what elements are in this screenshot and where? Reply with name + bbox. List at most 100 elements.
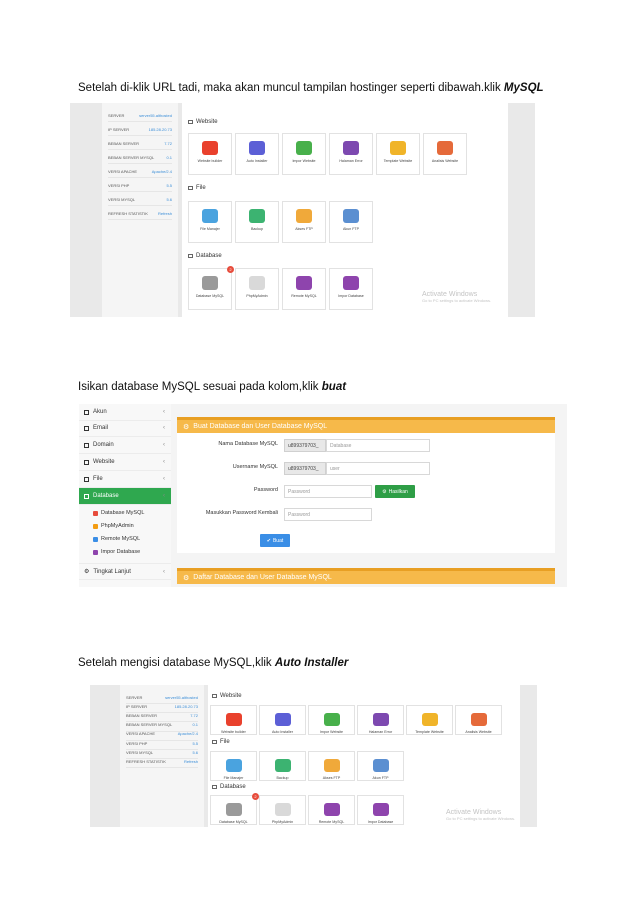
tile-halaman-error[interactable]: Halaman Error (357, 705, 404, 735)
caption-2: Isikan database MySQL sesuai pada kolom,… (78, 381, 346, 393)
tile-file-manajer[interactable]: File Manajer (210, 751, 257, 781)
website-builder-icon (225, 713, 242, 726)
db-name-input[interactable]: Database (326, 439, 430, 452)
folder-icon (188, 186, 193, 190)
section-file-label: File (196, 185, 206, 191)
tile-label: Template Website (415, 730, 444, 734)
tile-label: Backup (251, 227, 263, 231)
sidebar-item-file[interactable]: File ‹ (79, 471, 171, 488)
stat-label: VERSI MYSQL (126, 749, 154, 755)
caption-2-bold: buat (321, 381, 347, 393)
tile-label: Impor Website (292, 159, 316, 163)
halaman-error-icon (343, 141, 359, 155)
akun-ftp-icon (343, 209, 359, 223)
tile-akun-ftp[interactable]: Akun FTP (357, 751, 404, 781)
tile-label: Remote MySQL (318, 820, 345, 824)
dash2-stat-row: REFRESH STATISTIK Refresh (126, 755, 198, 769)
tile-database-mysql[interactable]: Database MySQL 2 (210, 793, 259, 825)
sidebar-subitem-label: Impor Database (101, 549, 141, 555)
tile-akun-ftp[interactable]: Akun FTP (329, 201, 373, 243)
tile-file-manajer[interactable]: File Manajer (188, 201, 232, 243)
tile-label: Auto Installer (272, 730, 293, 734)
caption-1: Setelah di-klik URL tadi, maka akan munc… (78, 82, 544, 94)
impor-database-icon (372, 803, 389, 816)
backup-icon (274, 759, 291, 772)
password-input[interactable]: Password (284, 485, 372, 498)
tile-phpmyadmin[interactable]: PhpMyAdmin (259, 795, 306, 825)
stat-label: REFRESH STATISTIK (126, 758, 166, 764)
sidebar-item-label: Website (93, 459, 115, 465)
section-file: File (188, 185, 206, 191)
tile-akses-ftp[interactable]: Akses FTP (308, 751, 355, 781)
dash1-stat-row: VERSI PHP 5.5 (108, 179, 172, 192)
analisis-website-icon (470, 713, 487, 726)
stats-panel-2: SERVER server55.althosted IP SERVER 185.28.… (120, 685, 204, 827)
chevron-icon: ‹ (163, 409, 165, 415)
folder-icon (84, 476, 89, 482)
tile-auto-installer[interactable]: Auto Installer (235, 133, 279, 175)
monitor-icon (212, 694, 217, 698)
tile-backup[interactable]: Backup (235, 201, 279, 243)
sidebar-item-email[interactable]: Email ‹ (79, 420, 171, 437)
tile-auto-installer[interactable]: Auto Installer (259, 705, 306, 735)
sidebar-subitem-impor-database[interactable]: Impor Database (93, 549, 140, 555)
stat-label: BEBAN SERVER MYSQL (126, 722, 173, 728)
tile-label: Analisis Website (465, 730, 492, 734)
chevron-icon: ‹ (163, 425, 165, 431)
impor-website-icon (323, 713, 340, 726)
section-website-2: Website (212, 693, 242, 699)
tile-impor-database[interactable]: Impor Database (357, 795, 404, 825)
username-input[interactable]: user (326, 462, 430, 475)
database-mysql-icon (225, 803, 242, 816)
tile-analisis-website[interactable]: Analisis Website (423, 133, 467, 175)
dash1-stat-row: BEBAN SERVER MYSQL 0.1 (108, 151, 172, 164)
sidebar-item-tingkat-lanjut[interactable]: ⚙ Tingkat Lanjut ‹ (79, 563, 171, 580)
tile-backup[interactable]: Backup (259, 751, 306, 781)
tile-phpmyadmin[interactable]: PhpMyAdmin (235, 268, 279, 310)
chevron-icon: ‹ (163, 442, 165, 448)
stat-value: server55.althosted (165, 694, 198, 700)
analisis-website-icon (437, 141, 453, 155)
dash1-stat-row: IP SERVER 185.28.20.73 (108, 123, 172, 136)
monitor-icon (188, 120, 193, 124)
tile-akses-ftp[interactable]: Akses FTP (282, 201, 326, 243)
stat-label: VERSI PHP (108, 182, 130, 188)
tile-website-builder[interactable]: Website builder (210, 705, 257, 735)
file-manajer-icon (202, 209, 218, 223)
tile-template-website[interactable]: Template Website (406, 705, 453, 735)
gears-icon: ⚙ (84, 569, 90, 575)
create-button-label: Buat (272, 537, 284, 544)
tile-impor-website[interactable]: Impor Website (308, 705, 355, 735)
section-file-2: File (212, 739, 230, 745)
sidebar-subitem-remote-mysql[interactable]: Remote MySQL (93, 536, 140, 542)
sidebar-subitem-phpmyadmin[interactable]: PhpMyAdmin (93, 523, 134, 529)
tile-remote-mysql[interactable]: Remote MySQL (282, 268, 326, 310)
sidebar-subitem-database-mysql[interactable]: Database MySQL (93, 510, 144, 516)
chevron-icon: ‹ (163, 459, 165, 465)
tile-database-mysql[interactable]: Database MySQL 2 (188, 266, 234, 310)
sidebar-subitem-label: Database MySQL (101, 510, 145, 516)
tile-website-builder[interactable]: Website builder (188, 133, 232, 175)
tile-impor-website[interactable]: Impor Website (282, 133, 326, 175)
tile-label: Database MySQL (219, 820, 248, 824)
tile-impor-database[interactable]: Impor Database (329, 268, 373, 310)
tile-label: Halaman Error (368, 730, 393, 734)
tile-analisis-website[interactable]: Analisis Website (455, 705, 502, 735)
stat-value[interactable]: Refresh (158, 211, 172, 216)
stat-value: 5.6 (192, 749, 198, 755)
section-website-label: Website (196, 119, 218, 125)
tile-template-website[interactable]: Template Website (376, 133, 420, 175)
confirm-password-input[interactable]: Password (284, 508, 372, 521)
subitem-icon (93, 510, 98, 516)
sidebar-item-database[interactable]: Database ‹ (79, 488, 171, 505)
watermark-title-2: Activate Windows (446, 809, 502, 816)
section-database-label: Database (196, 253, 222, 259)
sidebar-item-domain[interactable]: Domain ‹ (79, 437, 171, 454)
sidebar-item-akun[interactable]: Akun ‹ (79, 404, 171, 421)
sidebar-item-website[interactable]: Website ‹ (79, 454, 171, 471)
create-button[interactable]: ✔ Buat (260, 534, 290, 547)
tile-remote-mysql[interactable]: Remote MySQL (308, 795, 355, 825)
stat-value[interactable]: Refresh (184, 759, 198, 764)
tile-halaman-error[interactable]: Halaman Error (329, 133, 373, 175)
generate-password-button[interactable]: ⚙ Hasilkan (375, 485, 415, 498)
